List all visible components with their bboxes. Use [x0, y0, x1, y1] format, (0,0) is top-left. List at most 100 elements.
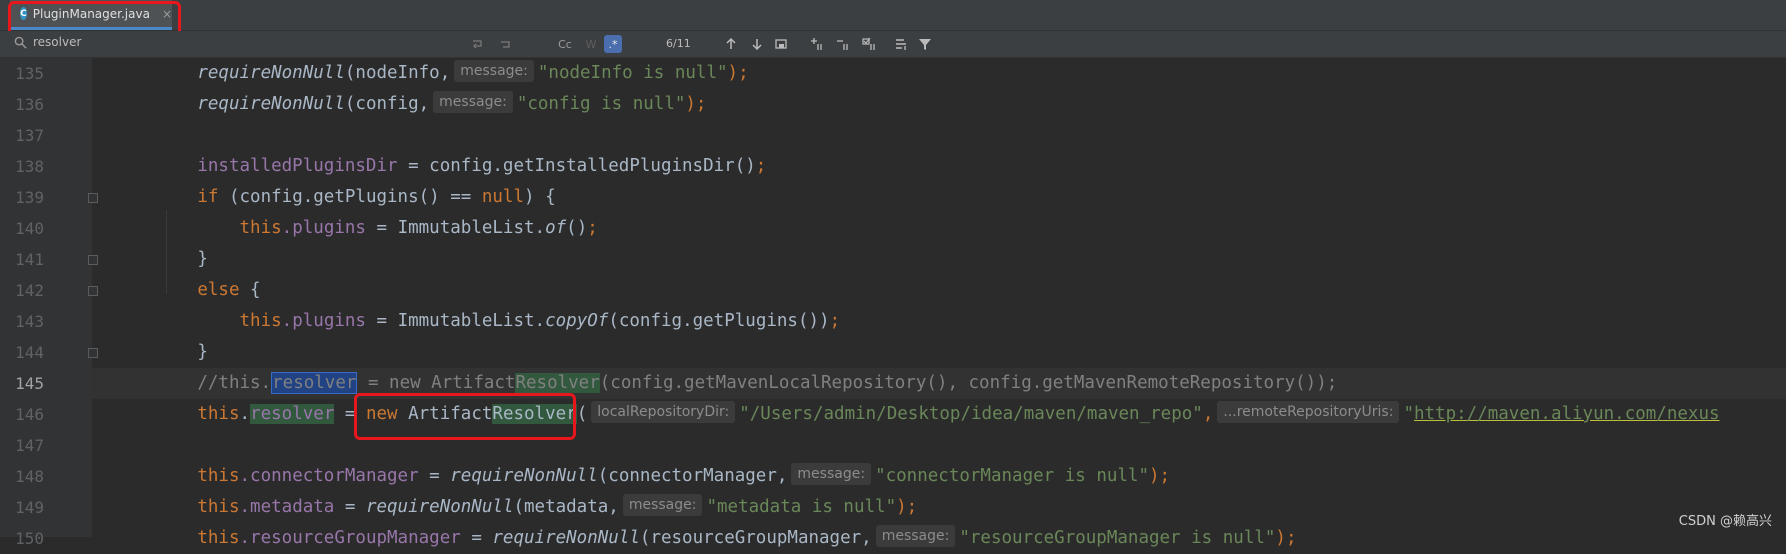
line-number: 140 — [15, 219, 44, 238]
annotation-box-new-resolver — [354, 393, 576, 440]
search-query[interactable]: resolver — [33, 35, 81, 49]
method-call: requireNonNull — [197, 63, 345, 83]
parameter-hint: localRepositoryDir: — [591, 401, 736, 423]
punctuation: , — [1202, 404, 1214, 424]
history-icon[interactable] — [496, 35, 514, 53]
parameter-hint: ...remoteRepositoryUris: — [1217, 401, 1400, 423]
search-field[interactable]: resolver — [14, 35, 81, 49]
method-call: copyOf — [545, 311, 609, 331]
editor-tab-bar: C PluginManager.java × — [0, 0, 1786, 31]
expression: = ImmutableList. — [365, 218, 546, 238]
punctuation: ); — [896, 497, 918, 517]
code-line-142: else { — [92, 275, 1786, 306]
punctuation: ; — [587, 218, 598, 238]
method-call: requireNonNull — [197, 94, 345, 114]
punctuation: ; — [755, 156, 767, 176]
code-line-136: requireNonNull(config, message: "config is… — [92, 89, 1786, 120]
code-line-145: //this.resolver = new ArtifactResolver(c… — [92, 368, 1786, 399]
operator: = — [460, 528, 493, 548]
filter-options-icon[interactable] — [892, 35, 910, 53]
url-link[interactable]: http://maven.aliyun.com/nexus — [1414, 404, 1720, 424]
line-number: 138 — [15, 157, 44, 176]
argument: (resourceGroupManager, — [639, 528, 872, 548]
field-name: .plugins — [281, 218, 366, 238]
string-literal: "metadata is null" — [706, 497, 897, 517]
selected-search-match: resolver — [271, 372, 358, 394]
string-literal: " — [1403, 404, 1414, 424]
line-number: 141 — [15, 250, 44, 269]
string-literal: "config is null" — [516, 94, 686, 114]
watermark: CSDN @赖高兴 — [1678, 514, 1772, 529]
parameter-hint: message: — [433, 91, 513, 113]
line-number: 150 — [15, 529, 44, 548]
add-selection-next-icon[interactable] — [808, 35, 826, 53]
keyword: null — [481, 187, 524, 207]
operator: = — [334, 497, 366, 517]
search-icon — [14, 36, 27, 49]
brace: } — [197, 342, 208, 362]
comment: //this. — [197, 373, 272, 393]
keyword: this — [197, 466, 240, 486]
line-number: 143 — [15, 312, 44, 331]
punctuation: ); — [1275, 528, 1297, 548]
line-number: 136 — [15, 95, 44, 114]
open-in-window-icon[interactable] — [772, 35, 790, 53]
line-number: 135 — [15, 64, 44, 83]
punctuation: ); — [1149, 466, 1171, 486]
keyword: this — [239, 218, 282, 238]
method-call: of — [545, 218, 567, 238]
keyword: else — [197, 280, 240, 300]
code-editor[interactable]: requireNonNull(nodeInfo, message: "nodeInf… — [92, 58, 1786, 554]
next-occurrence-icon[interactable] — [748, 35, 766, 53]
line-number: 147 — [15, 436, 44, 455]
punctuation: ); — [727, 63, 749, 83]
line-number: 142 — [15, 281, 44, 300]
line-number: 148 — [15, 467, 44, 486]
code-line-150: this.resourceGroupManager = requireNonNu… — [92, 523, 1786, 554]
regex-button[interactable]: .* — [604, 35, 622, 53]
parameter-hint: message: — [454, 60, 534, 82]
string-literal: "connectorManager is null" — [875, 466, 1149, 486]
punctuation: . — [239, 404, 251, 424]
keyword: this — [239, 311, 282, 331]
field-name: .resourceGroupManager — [239, 528, 461, 548]
line-number: 146 — [15, 405, 44, 424]
expression: (config.getPlugins() == — [218, 187, 482, 207]
code-line-144: } — [92, 337, 1786, 368]
expression: ) { — [524, 187, 556, 207]
previous-occurrence-icon[interactable] — [722, 35, 740, 53]
comment: = new Artifact — [357, 373, 516, 393]
code-line-139: if (config.getPlugins() == null) { — [92, 182, 1786, 213]
line-number-current: 145 — [15, 374, 44, 393]
code-line-140: this.plugins = ImmutableList.of(); — [92, 213, 1786, 244]
line-numbers: 135 136 137 138 139 140 141 142 143 144 … — [0, 58, 50, 554]
expression: = config.getInstalledPluginsDir() — [397, 156, 756, 176]
code-line-143: this.plugins = ImmutableList.copyOf(conf… — [92, 306, 1786, 337]
argument: (connectorManager, — [597, 466, 788, 486]
search-match-field: resolver — [250, 404, 335, 424]
find-bar: resolver Cc W .* 6/11 — [0, 31, 1786, 58]
field-name: .connectorManager — [239, 466, 419, 486]
code-line-141: } — [92, 244, 1786, 275]
match-case-button[interactable]: Cc — [556, 35, 574, 53]
expression: (config.getPlugins()) — [608, 311, 830, 331]
parameter-hint: message: — [622, 494, 703, 516]
field-name: installedPluginsDir — [197, 156, 398, 176]
search-match: Resolver — [515, 373, 600, 393]
clear-search-icon[interactable] — [468, 35, 486, 53]
words-button[interactable]: W — [582, 35, 600, 53]
code-line-138: installedPluginsDir = config.getInstalle… — [92, 151, 1786, 182]
filter-icon[interactable] — [916, 35, 934, 53]
match-counter: 6/11 — [666, 37, 691, 50]
keyword: if — [197, 187, 219, 207]
method-call: requireNonNull — [450, 466, 598, 486]
string-literal: "nodeInfo is null" — [537, 63, 728, 83]
select-all-occurrences-icon[interactable] — [860, 35, 878, 53]
field-name: .metadata — [239, 497, 335, 517]
argument: (metadata, — [513, 497, 619, 517]
code-line-146: this.resolver = new ArtifactResolver(loc… — [92, 399, 1786, 430]
code-line-148: this.connectorManager = requireNonNull(c… — [92, 461, 1786, 492]
unselect-occurrence-icon[interactable] — [834, 35, 852, 53]
